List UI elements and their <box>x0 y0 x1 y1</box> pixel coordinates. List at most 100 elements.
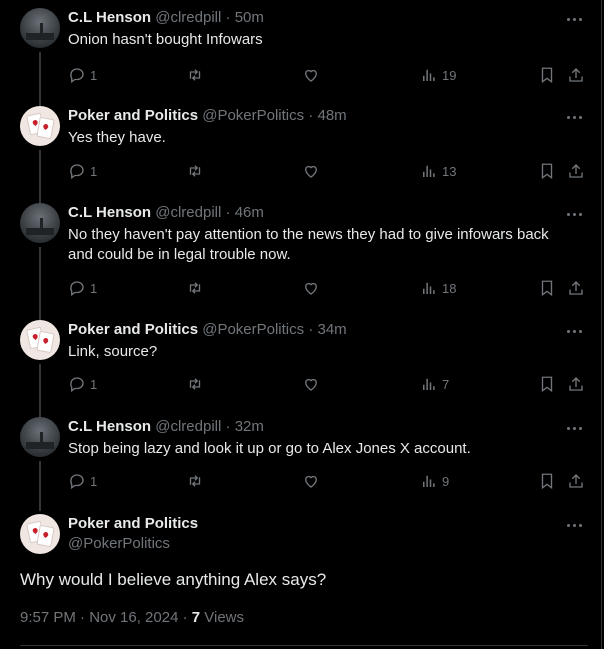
bookmark-icon <box>541 376 553 393</box>
like-button[interactable] <box>302 374 320 394</box>
share-icon <box>569 474 583 488</box>
retweet-icon <box>189 165 201 177</box>
views-button[interactable]: 9 <box>420 471 449 491</box>
bookmark-icon <box>541 473 553 490</box>
like-icon <box>305 475 317 488</box>
views-count: 7 <box>442 376 450 392</box>
reply-icon <box>70 164 84 180</box>
like-button[interactable] <box>302 471 320 491</box>
views-button[interactable]: 13 <box>420 161 456 181</box>
bookmark-button[interactable] <box>538 374 556 394</box>
separator: · <box>225 418 231 435</box>
author-handle[interactable]: @clredpill <box>155 418 221 435</box>
timestamp[interactable]: 48m <box>318 107 347 124</box>
author-name[interactable]: C.L Henson <box>68 418 151 435</box>
reply-icon <box>70 377 84 393</box>
thread-line <box>39 52 41 108</box>
retweet-icon <box>189 378 201 390</box>
separator: · <box>308 321 314 338</box>
reply-button[interactable]: 1 <box>68 161 97 181</box>
views-button[interactable]: 19 <box>420 65 456 85</box>
bookmark-icon <box>541 163 553 180</box>
like-button[interactable] <box>302 278 320 298</box>
timestamp[interactable]: 46m <box>235 204 264 221</box>
avatar[interactable] <box>20 8 60 48</box>
action-bar: 1 19 <box>68 65 588 85</box>
bookmark-button[interactable] <box>538 65 556 85</box>
views-icon <box>423 69 435 81</box>
more-icon[interactable] <box>567 12 585 26</box>
retweet-button[interactable] <box>186 161 204 181</box>
reply-tweet[interactable]: C.L Henson @clredpill · 50m Onion hasn't… <box>0 8 600 108</box>
more-icon[interactable] <box>567 518 585 532</box>
avatar[interactable] <box>20 203 60 243</box>
retweet-button[interactable] <box>186 278 204 298</box>
reply-button[interactable]: 1 <box>68 374 97 394</box>
more-icon[interactable] <box>567 324 585 338</box>
tweet-text: Link, source? <box>68 343 158 360</box>
share-icon <box>569 377 583 391</box>
separator: · <box>225 204 231 221</box>
author-name[interactable]: Poker and Politics <box>68 107 198 124</box>
retweet-button[interactable] <box>186 65 204 85</box>
retweet-button[interactable] <box>186 471 204 491</box>
share-button[interactable] <box>567 161 585 181</box>
more-icon[interactable] <box>567 421 585 435</box>
author-name[interactable]: Poker and Politics <box>68 514 198 534</box>
divider <box>20 645 588 646</box>
author-handle[interactable]: @clredpill <box>155 9 221 26</box>
tweet-header: Poker and Politics @PokerPolitics · 48m <box>68 106 347 126</box>
reply-tweet[interactable]: C.L Henson @clredpill · 46m No they have… <box>0 203 600 321</box>
timestamp[interactable]: 9:57 PM · Nov 16, 2024 · <box>20 609 192 626</box>
timestamp[interactable]: 50m <box>235 9 264 26</box>
reply-icon <box>70 474 84 490</box>
bookmark-button[interactable] <box>538 278 556 298</box>
reply-button[interactable]: 1 <box>68 278 97 298</box>
views-button[interactable]: 18 <box>420 278 456 298</box>
retweet-icon <box>189 69 201 81</box>
timestamp[interactable]: 32m <box>235 418 264 435</box>
reply-tweet[interactable]: Poker and Politics @PokerPolitics · 48m … <box>0 106 600 204</box>
more-icon[interactable] <box>567 207 585 221</box>
views-count: 19 <box>442 67 457 83</box>
like-icon <box>305 165 317 178</box>
timestamp[interactable]: 34m <box>318 321 347 338</box>
views-count: 18 <box>442 280 457 296</box>
avatar[interactable] <box>20 514 60 554</box>
views-button[interactable]: 7 <box>420 374 449 394</box>
bookmark-button[interactable] <box>538 471 556 491</box>
share-icon <box>569 68 583 82</box>
reply-count: 1 <box>90 163 98 179</box>
share-button[interactable] <box>567 374 585 394</box>
action-bar: 1 18 <box>68 278 588 298</box>
author-name[interactable]: C.L Henson <box>68 9 151 26</box>
share-button[interactable] <box>567 278 585 298</box>
avatar[interactable] <box>20 106 60 146</box>
reply-tweet[interactable]: C.L Henson @clredpill · 32m Stop being l… <box>0 417 600 513</box>
author-handle[interactable]: @PokerPolitics <box>202 107 304 124</box>
retweet-button[interactable] <box>186 374 204 394</box>
reply-icon <box>70 68 84 84</box>
author-handle[interactable]: @PokerPolitics <box>202 321 304 338</box>
author-name[interactable]: C.L Henson <box>68 204 151 221</box>
separator: · <box>225 9 231 26</box>
right-border <box>601 0 602 649</box>
tweet-text: Stop being lazy and look it up or go to … <box>68 440 471 457</box>
reply-tweet[interactable]: Poker and Politics @PokerPolitics · 34m … <box>0 320 600 418</box>
like-button[interactable] <box>302 65 320 85</box>
share-button[interactable] <box>567 471 585 491</box>
author-name[interactable]: Poker and Politics <box>68 321 198 338</box>
author-handle[interactable]: @PokerPolitics <box>68 534 170 554</box>
like-button[interactable] <box>302 161 320 181</box>
avatar[interactable] <box>20 320 60 360</box>
more-icon[interactable] <box>567 110 585 124</box>
reply-button[interactable]: 1 <box>68 471 97 491</box>
views-icon <box>423 378 435 390</box>
share-button[interactable] <box>567 65 585 85</box>
views-count: 7 <box>191 609 201 626</box>
author-handle[interactable]: @clredpill <box>155 204 221 221</box>
bookmark-button[interactable] <box>538 161 556 181</box>
reply-count: 1 <box>90 280 98 296</box>
reply-button[interactable]: 1 <box>68 65 97 85</box>
avatar[interactable] <box>20 417 60 457</box>
